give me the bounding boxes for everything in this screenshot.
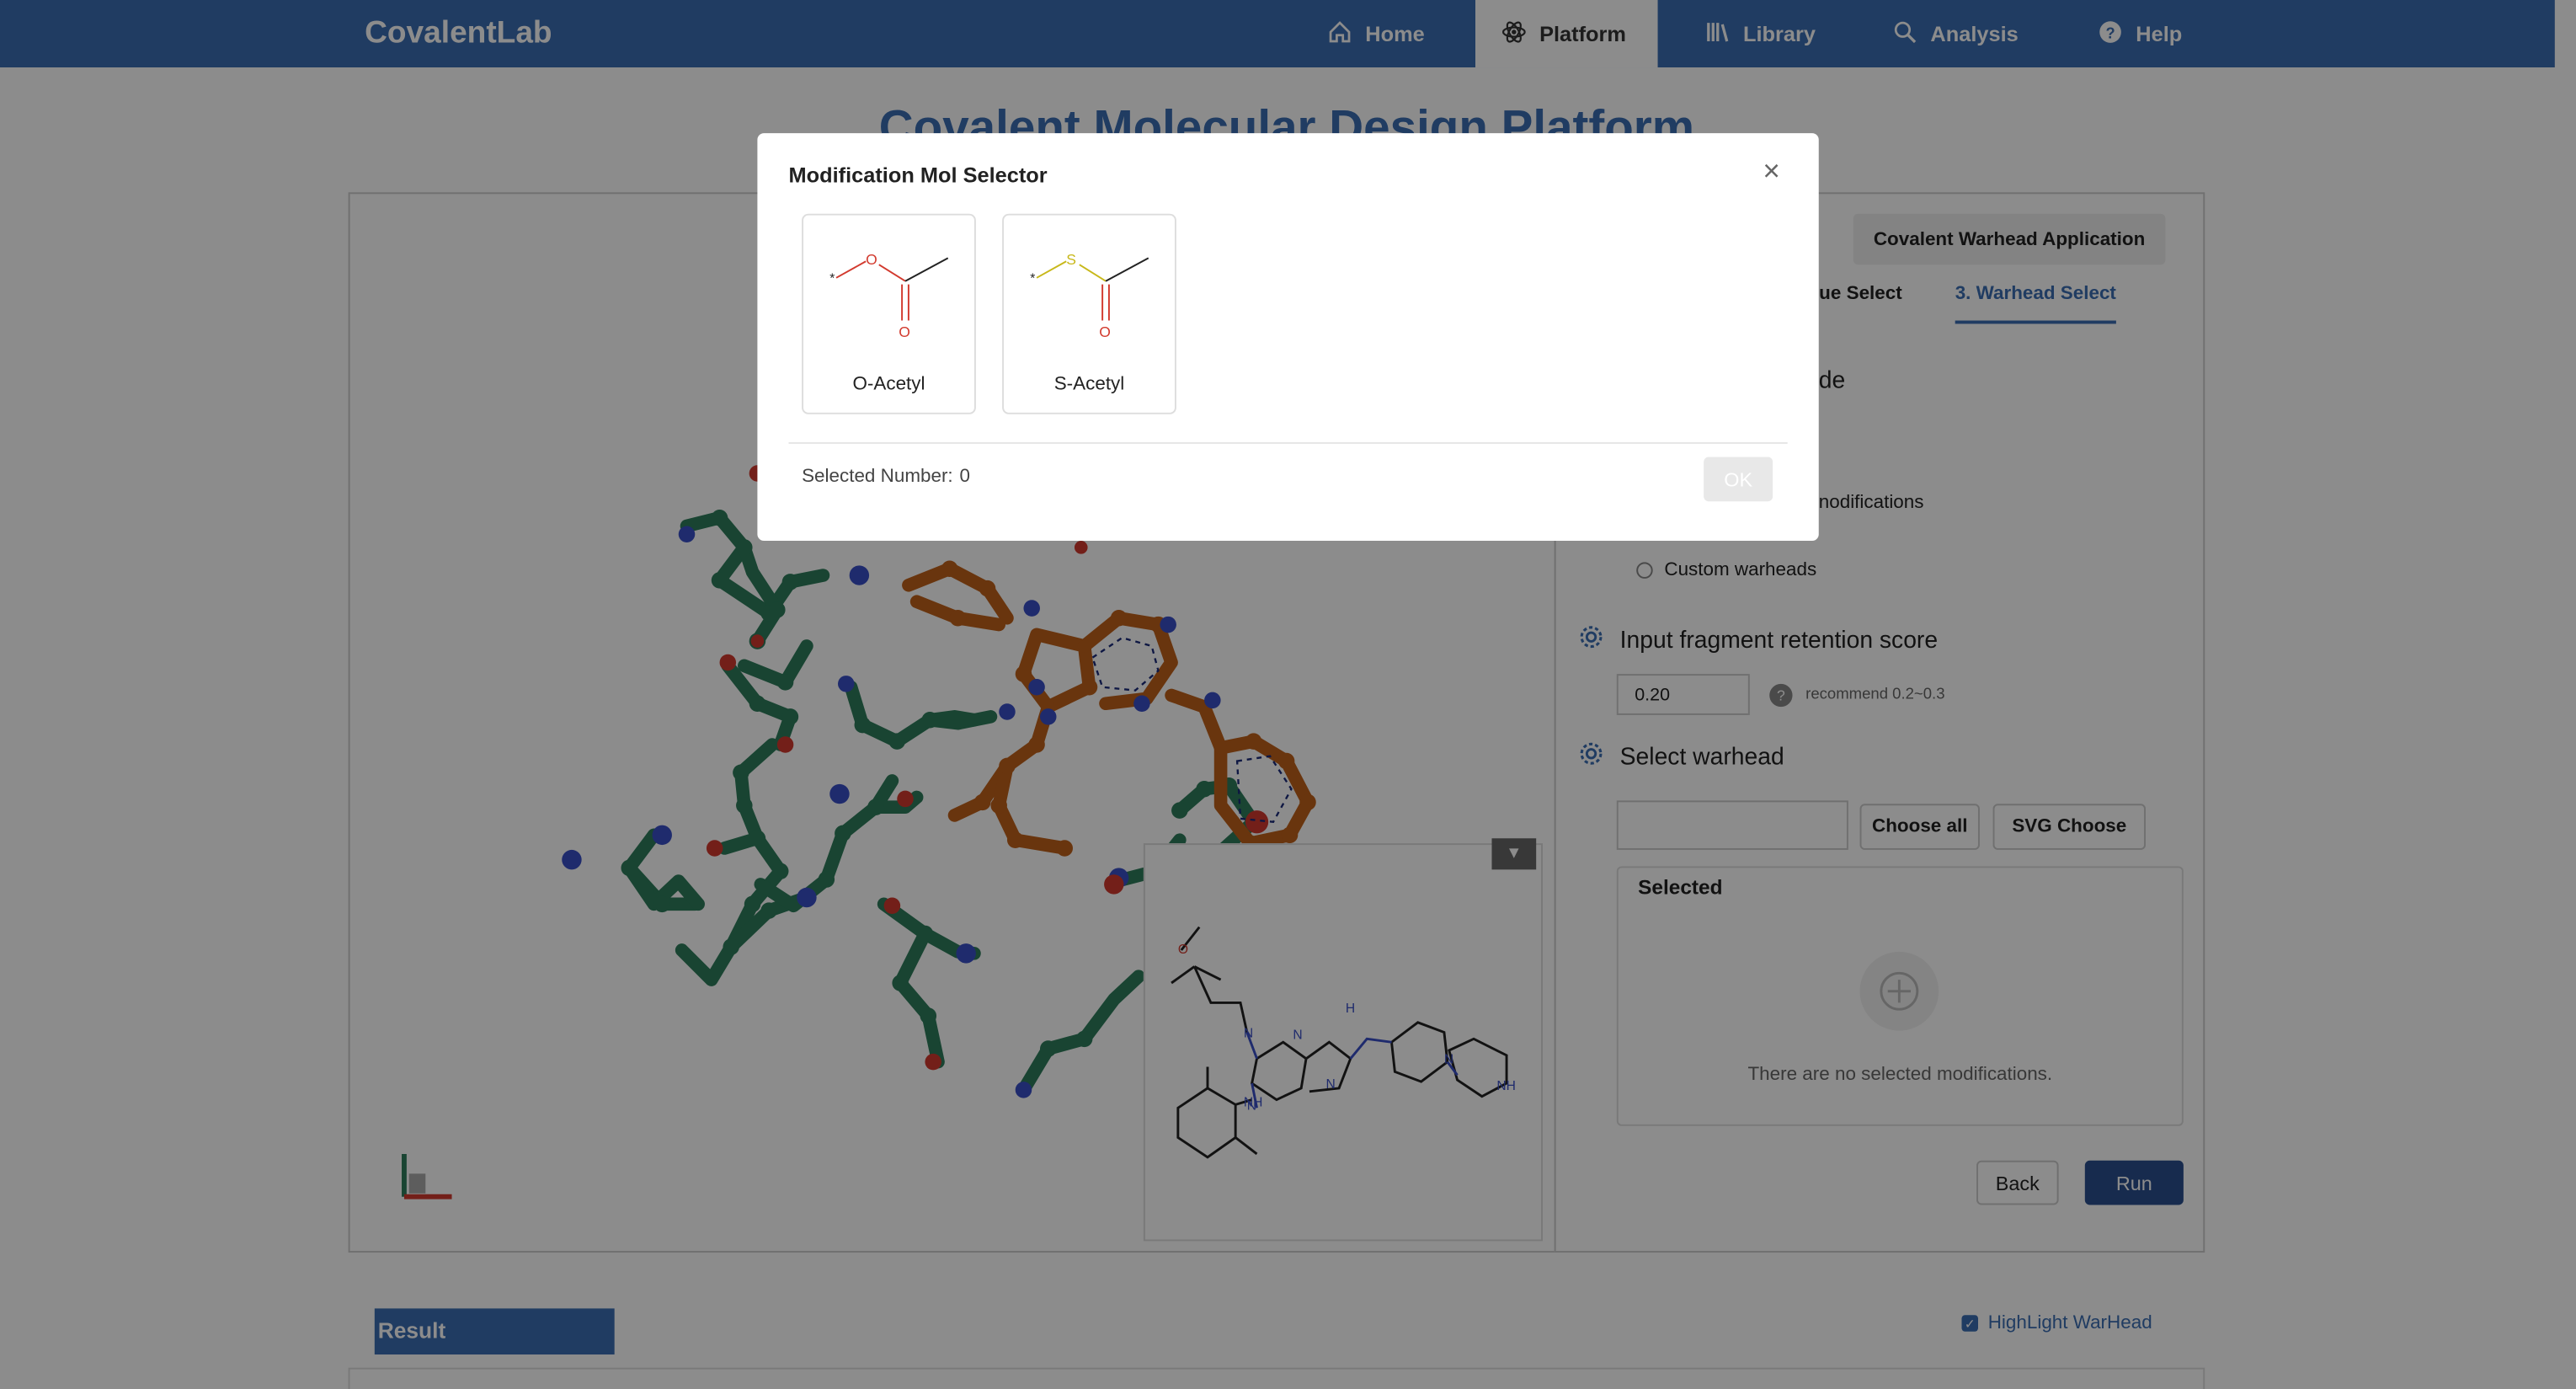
modal-divider bbox=[788, 441, 1788, 444]
mol-card-o-acetyl[interactable]: * O O O-Acetyl bbox=[802, 213, 976, 414]
s-acetyl-structure: * S O bbox=[1030, 251, 1149, 340]
ok-button[interactable]: OK bbox=[1704, 457, 1773, 502]
svg-text:*: * bbox=[829, 272, 835, 286]
selected-number-label: Selected Number: bbox=[802, 467, 953, 487]
close-icon[interactable]: × bbox=[1763, 154, 1780, 189]
svg-text:O: O bbox=[1099, 323, 1111, 340]
selected-number-value: 0 bbox=[959, 467, 970, 487]
mol-card-label: S-Acetyl bbox=[1053, 374, 1125, 395]
svg-text:S: S bbox=[1066, 251, 1076, 268]
modal-title: Modification Mol Selector bbox=[788, 163, 1048, 188]
mol-card-label: O-Acetyl bbox=[852, 374, 925, 395]
svg-text:O: O bbox=[866, 251, 877, 268]
o-acetyl-structure: * O O bbox=[829, 251, 949, 340]
svg-text:O: O bbox=[899, 323, 910, 340]
modification-selector-modal: Modification Mol Selector × * O O O-Acet… bbox=[757, 133, 1819, 542]
svg-text:*: * bbox=[1030, 272, 1035, 286]
selected-number: Selected Number: 0 bbox=[802, 467, 970, 486]
mol-card-s-acetyl[interactable]: * S O S-Acetyl bbox=[1002, 213, 1176, 414]
